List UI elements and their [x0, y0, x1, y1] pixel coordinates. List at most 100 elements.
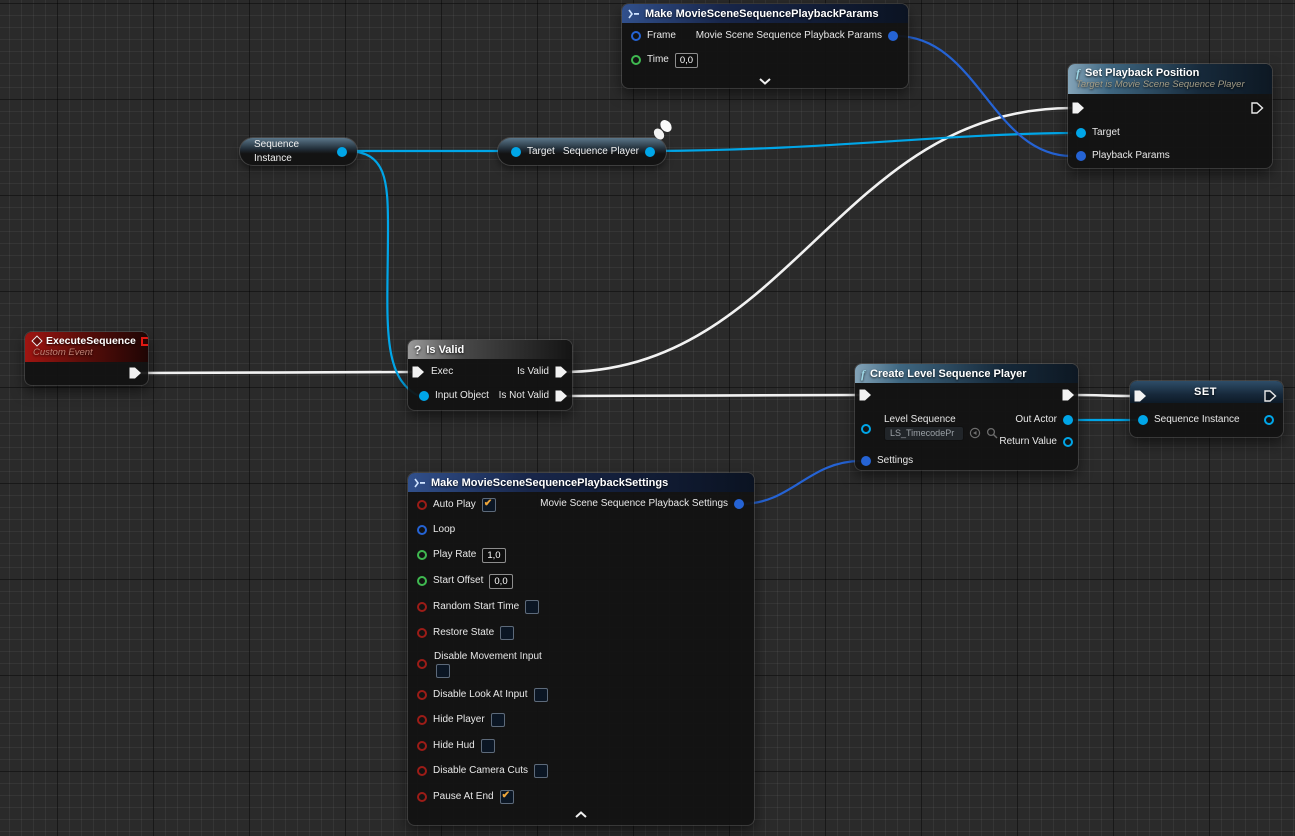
wire-seqplayer-to-target: [652, 133, 1072, 151]
start-offset-pin[interactable]: [417, 576, 427, 586]
pin-row-settings: Settings: [861, 453, 913, 469]
exec-out-pin[interactable]: [129, 367, 142, 379]
exec-in-pin[interactable]: [859, 389, 872, 401]
pin-row-return-value: Return Value: [999, 434, 1073, 450]
pin-row-sequence-instance: Sequence Instance: [1138, 412, 1240, 428]
exec-in-pin[interactable]: [1134, 390, 1147, 402]
node-header: SET: [1130, 381, 1283, 403]
node-title: Is Valid: [426, 344, 464, 356]
settings-pin[interactable]: [861, 456, 871, 466]
pin-row-random-start-time: Random Start Time: [417, 599, 539, 615]
return-value-pin[interactable]: [1063, 437, 1073, 447]
is-valid-exec-out-pin[interactable]: [555, 366, 568, 378]
restore-state-pin[interactable]: [417, 628, 427, 638]
hide-player-checkbox[interactable]: [491, 713, 505, 727]
pause-at-end-checkbox[interactable]: [500, 790, 514, 804]
question-icon: ?: [414, 343, 421, 357]
disable-look-at-input-pin[interactable]: [417, 690, 427, 700]
node-get-sequence-player[interactable]: Target Sequence Player: [498, 138, 666, 165]
playback-settings-out-pin[interactable]: [734, 499, 744, 509]
hide-player-pin[interactable]: [417, 715, 427, 725]
time-pin[interactable]: [631, 55, 641, 65]
restore-state-checkbox[interactable]: [500, 626, 514, 640]
asset-dropdown[interactable]: LS_TimecodePr: [884, 426, 964, 441]
target-pin[interactable]: [1076, 128, 1086, 138]
disable-camera-cuts-pin[interactable]: [417, 766, 427, 776]
pin-row-pause-at-end: Pause At End: [417, 789, 514, 805]
pin-row-hide-player: Hide Player: [417, 712, 505, 728]
exec-in-pin[interactable]: [412, 366, 425, 378]
wire-exec-event-to-isvalid: [137, 372, 412, 373]
disable-movement-input-label: Disable Movement Input: [434, 650, 542, 664]
node-title: Make MovieSceneSequencePlaybackParams: [645, 8, 879, 20]
disable-movement-input-checkbox[interactable]: [436, 664, 450, 678]
auto-play-pin[interactable]: [417, 500, 427, 510]
target-in-pin[interactable]: [511, 147, 521, 157]
auto-play-checkbox[interactable]: [482, 498, 496, 512]
wire-params-to-playbackparams: [896, 36, 1072, 156]
node-subtitle: Custom Event: [33, 347, 93, 359]
play-rate-field[interactable]: 1,0: [482, 548, 505, 563]
wire-exec-isnotvalid-to-create: [563, 395, 860, 396]
pin-row-playback-params: Playback Params: [1076, 148, 1170, 164]
start-offset-field[interactable]: 0,0: [489, 574, 512, 589]
node-create-level-sequence-player[interactable]: f Create Level Sequence Player Level Seq…: [855, 364, 1078, 470]
disable-movement-input-pin[interactable]: [417, 659, 427, 669]
use-selected-asset-icon[interactable]: [969, 427, 981, 439]
node-title: ExecuteSequence: [46, 335, 136, 347]
pin-row-disable-camera-cuts: Disable Camera Cuts: [417, 763, 548, 779]
disable-look-at-input-checkbox[interactable]: [534, 688, 548, 702]
node-get-sequence-instance[interactable]: Sequence Instance: [240, 138, 357, 165]
node-make-playback-settings[interactable]: Make MovieSceneSequencePlaybackSettings …: [408, 473, 754, 825]
collapse-chevron-up-icon[interactable]: [575, 811, 587, 818]
node-is-valid[interactable]: ? Is Valid Exec Is Valid Input Object Is…: [408, 340, 572, 410]
node-set-playback-position[interactable]: f Set Playback Position Target is Movie …: [1068, 64, 1272, 168]
disable-camera-cuts-checkbox[interactable]: [534, 764, 548, 778]
blueprint-graph-canvas[interactable]: Make MovieSceneSequencePlaybackParams Fr…: [0, 0, 1295, 836]
exec-in-pin[interactable]: [1072, 102, 1085, 114]
is-not-valid-exec-out-pin[interactable]: [555, 390, 568, 402]
playback-params-pin[interactable]: [1076, 151, 1086, 161]
sequence-instance-in-pin[interactable]: [1138, 415, 1148, 425]
level-sequence-pin[interactable]: [861, 424, 871, 434]
pin-row-params-out: Movie Scene Sequence Playback Params: [696, 28, 898, 44]
event-icon: [31, 335, 42, 346]
node-execute-sequence-event[interactable]: ExecuteSequence Custom Event: [25, 332, 148, 385]
node-set-sequence-instance[interactable]: SET Sequence Instance: [1130, 381, 1283, 437]
out-actor-pin[interactable]: [1063, 415, 1073, 425]
playback-params-out-pin[interactable]: [888, 31, 898, 41]
node-header: f Set Playback Position Target is Movie …: [1068, 64, 1272, 94]
node-subtitle: Target is Movie Scene Sequence Player: [1076, 79, 1245, 91]
browse-asset-icon[interactable]: [986, 427, 998, 439]
set-output-pin[interactable]: [1264, 415, 1274, 425]
random-start-time-pin[interactable]: [417, 602, 427, 612]
input-object-pin[interactable]: [419, 391, 429, 401]
node-make-playback-params[interactable]: Make MovieSceneSequencePlaybackParams Fr…: [622, 4, 908, 88]
hide-hud-pin[interactable]: [417, 741, 427, 751]
node-title: Make MovieSceneSequencePlaybackSettings: [431, 477, 668, 489]
node-header: Make MovieSceneSequencePlaybackSettings: [408, 473, 754, 492]
hide-hud-checkbox[interactable]: [481, 739, 495, 753]
node-header: Make MovieSceneSequencePlaybackParams: [622, 4, 908, 23]
pause-at-end-pin[interactable]: [417, 792, 427, 802]
pin-row-time: Time 0,0: [631, 52, 698, 68]
pin-row-is-valid: Is Valid: [517, 364, 568, 380]
make-struct-icon: [628, 9, 640, 19]
random-start-time-checkbox[interactable]: [525, 600, 539, 614]
exec-out-pin[interactable]: [1062, 389, 1075, 401]
loop-pin[interactable]: [417, 525, 427, 535]
sequence-player-out-pin[interactable]: [645, 147, 655, 157]
play-rate-pin[interactable]: [417, 550, 427, 560]
exec-out-pin[interactable]: [1251, 102, 1264, 114]
pin-row-restore-state: Restore State: [417, 625, 514, 641]
pin-row-loop: Loop: [417, 522, 455, 538]
expand-chevron-down-icon[interactable]: [759, 78, 771, 85]
delegate-pin[interactable]: [141, 337, 148, 346]
pin-row-settings-out: Movie Scene Sequence Playback Settings: [540, 496, 744, 512]
sequence-instance-out-pin[interactable]: [337, 147, 347, 157]
function-icon: f: [1076, 67, 1080, 79]
time-value-field[interactable]: 0,0: [675, 53, 698, 68]
node-header: f Create Level Sequence Player: [855, 364, 1078, 383]
frame-pin[interactable]: [631, 31, 641, 41]
exec-out-pin[interactable]: [1264, 390, 1277, 402]
